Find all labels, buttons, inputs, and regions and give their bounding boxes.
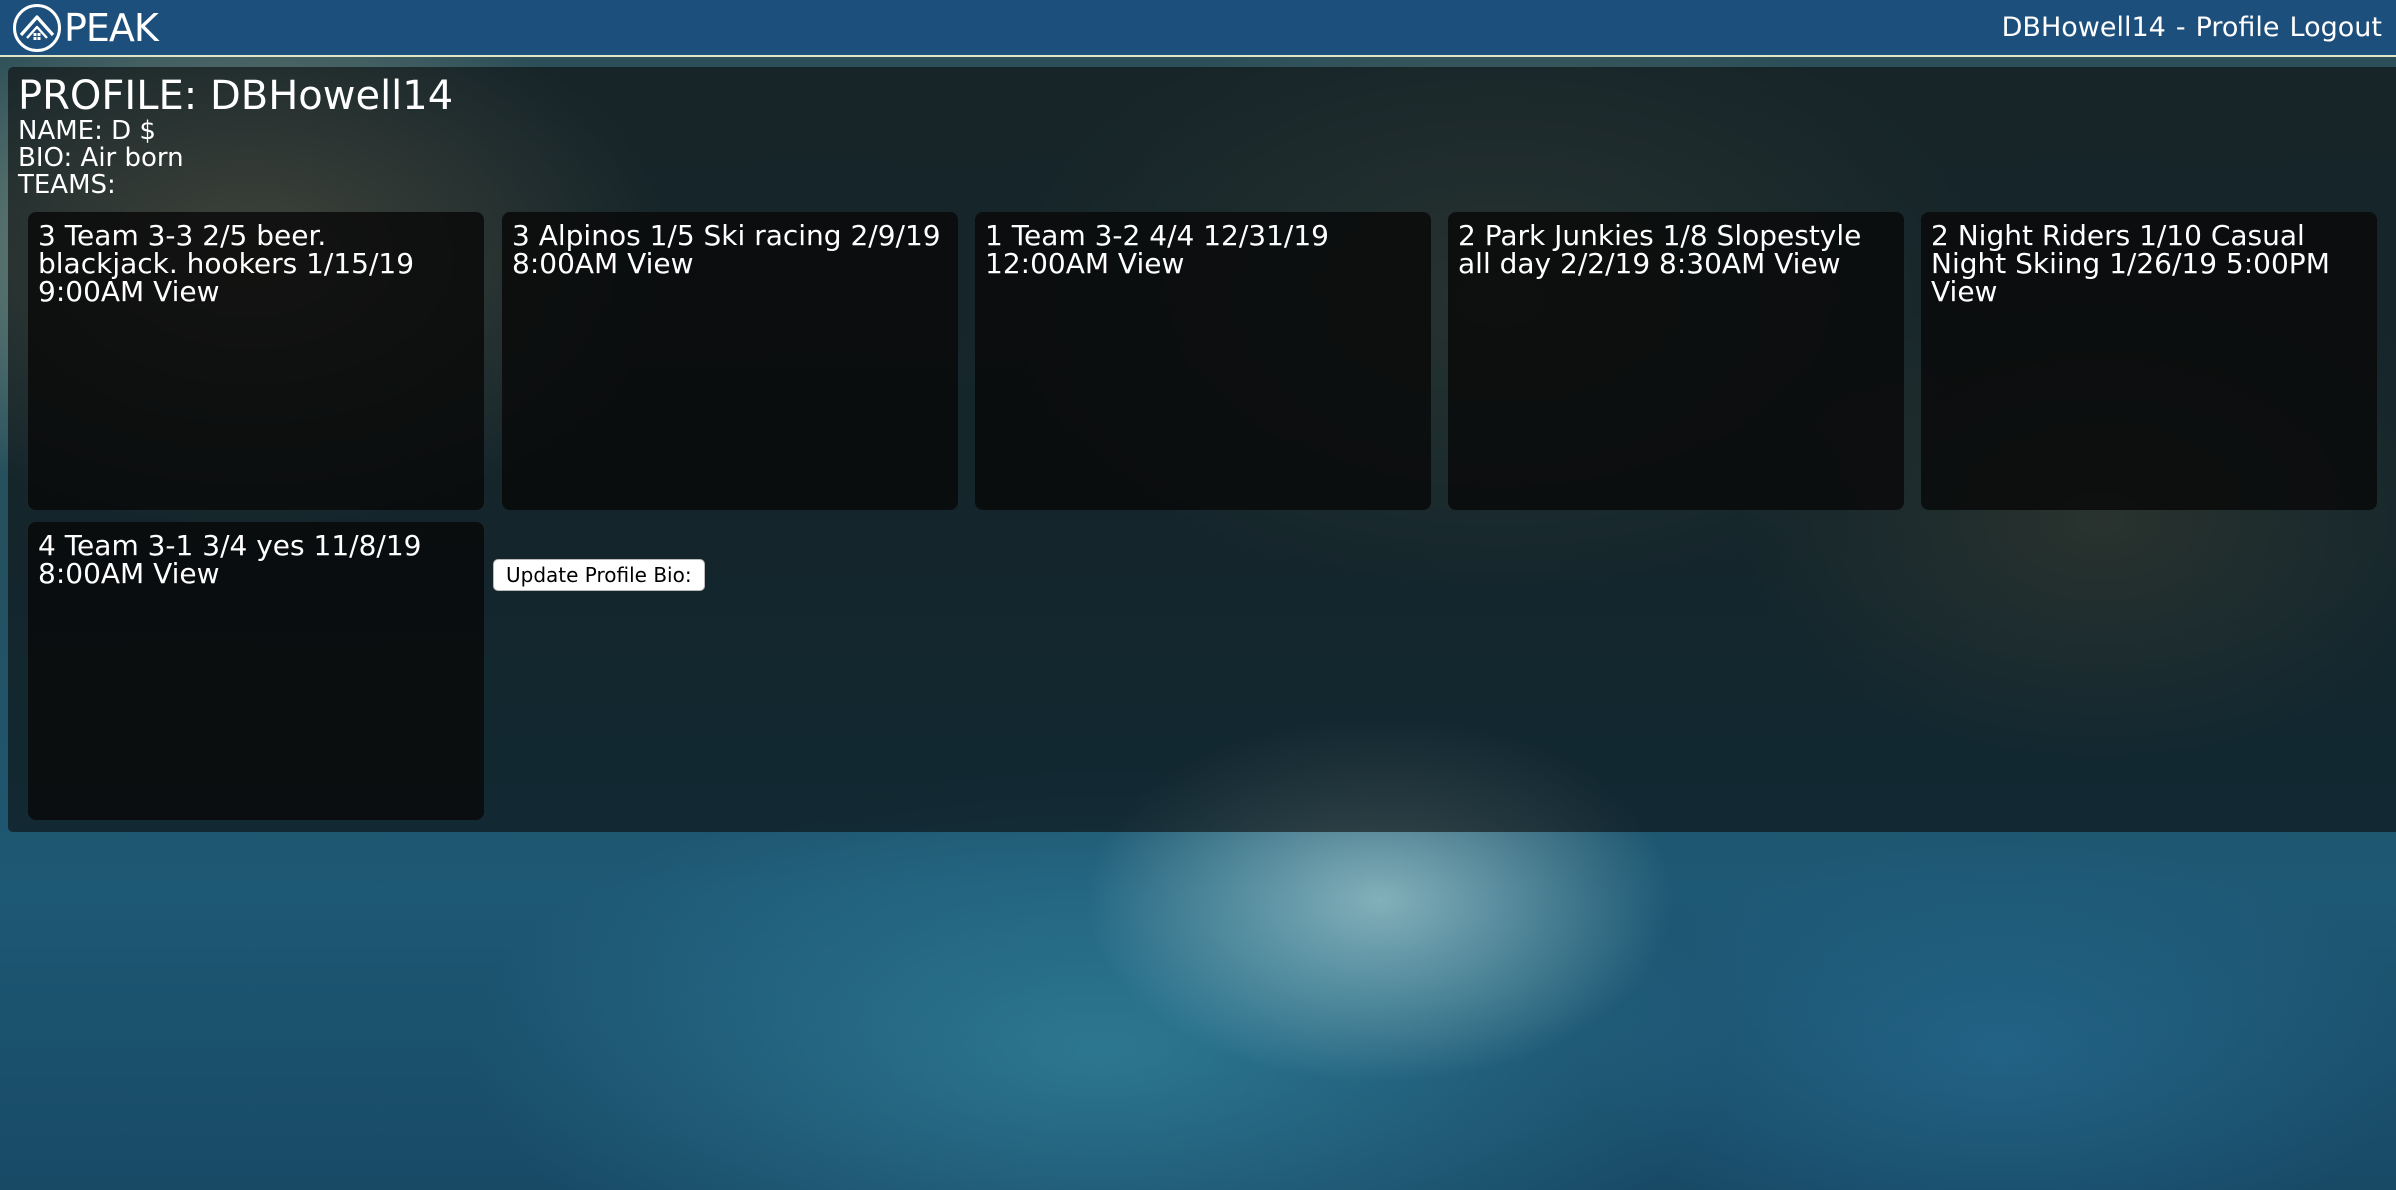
team-card-info: 4 Team 3-1 3/4 yes 11/8/19 8:00AM: [38, 529, 422, 590]
teams-label: TEAMS:: [18, 170, 116, 200]
user-nav: DBHowell14 - Profile Logout: [2002, 0, 2382, 54]
team-view-link[interactable]: View: [153, 557, 219, 590]
profile-title: PROFILE: DBHowell14: [18, 73, 454, 119]
team-card: 2 Night Riders 1/10 Casual Night Skiing …: [1921, 212, 2377, 510]
team-card: 3 Team 3-3 2/5 beer. blackjack. hookers …: [28, 212, 484, 510]
update-profile-bio-button[interactable]: Update Profile Bio:: [493, 559, 705, 591]
brand-name: PEAK: [64, 6, 159, 50]
team-view-link[interactable]: View: [153, 275, 219, 308]
team-card-info: 2 Night Riders 1/10 Casual Night Skiing …: [1931, 219, 2330, 280]
brand-logo[interactable]: PEAK: [12, 3, 159, 53]
team-card: 4 Team 3-1 3/4 yes 11/8/19 8:00AM View: [28, 522, 484, 820]
team-card: 3 Alpinos 1/5 Ski racing 2/9/19 8:00AM V…: [502, 212, 958, 510]
team-card: 2 Park Junkies 1/8 Slopestyle all day 2/…: [1448, 212, 1904, 510]
logout-link[interactable]: Logout: [2290, 12, 2382, 43]
nav-separator: -: [2175, 11, 2186, 43]
peak-mountain-logo-icon: [13, 4, 61, 52]
top-navigation-bar: PEAK DBHowell14 - Profile Logout: [0, 0, 2396, 57]
nav-username: DBHowell14: [2001, 11, 2166, 43]
team-card: 1 Team 3-2 4/4 12/31/19 12:00AM View: [975, 212, 1431, 510]
profile-name: NAME: D $: [18, 116, 156, 146]
team-view-link[interactable]: View: [1931, 275, 1997, 308]
profile-bio: BIO: Air born: [18, 143, 184, 173]
profile-panel: PROFILE: DBHowell14 NAME: D $ BIO: Air b…: [8, 67, 2396, 832]
team-card-info: 3 Team 3-3 2/5 beer. blackjack. hookers …: [38, 219, 415, 308]
team-view-link[interactable]: View: [627, 247, 693, 280]
profile-link[interactable]: Profile: [2196, 12, 2280, 43]
team-view-link[interactable]: View: [1118, 247, 1184, 280]
team-card-info: 3 Alpinos 1/5 Ski racing 2/9/19 8:00AM: [512, 219, 941, 280]
team-view-link[interactable]: View: [1774, 247, 1840, 280]
